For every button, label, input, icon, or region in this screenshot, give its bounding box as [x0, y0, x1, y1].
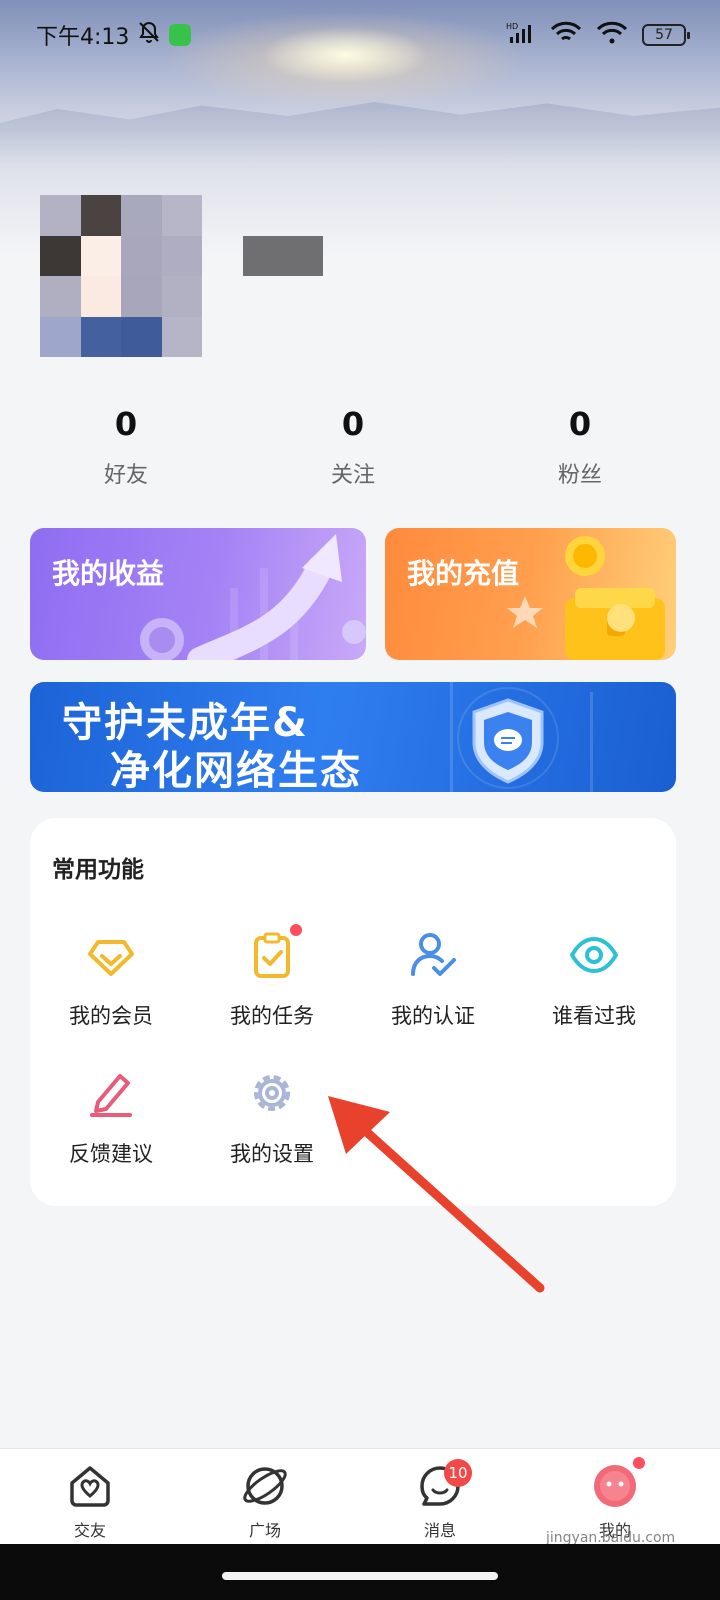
status-left: 下午4:13 [36, 19, 192, 51]
func-label: 我的任务 [230, 1004, 314, 1028]
treasure-chest-icon [507, 536, 665, 660]
stat-value: 0 [114, 405, 138, 443]
nav-item-square[interactable]: 广场 [205, 1459, 325, 1540]
bell-off-icon [137, 20, 161, 50]
clipboard-check-icon [247, 930, 297, 980]
func-my-membership[interactable]: 我的会员 [41, 930, 181, 1040]
section-title: 常用功能 [52, 857, 144, 883]
minor-protection-banner[interactable]: 守护未成年& 净化网络生态 [30, 682, 676, 792]
nav-item-mine[interactable]: 我的 [555, 1457, 675, 1540]
stat-value: 0 [341, 405, 365, 443]
wifi-icon [550, 21, 582, 49]
user-check-icon [408, 930, 458, 980]
notification-dot [633, 1457, 645, 1469]
pencil-icon [86, 1068, 136, 1118]
my-recharge-title: 我的充值 [407, 557, 520, 590]
func-label: 我的认证 [391, 1004, 475, 1028]
status-time: 下午4:13 [36, 25, 130, 50]
banner-line-2: 净化网络生态 [110, 748, 362, 792]
rising-arrow-icon [140, 534, 366, 660]
stat-value: 0 [568, 405, 592, 443]
status-bar: 下午4:13 HD 57 [0, 0, 720, 70]
func-feedback[interactable]: 反馈建议 [41, 1068, 181, 1178]
func-who-viewed-me[interactable]: 谁看过我 [524, 930, 664, 1040]
diamond-icon [86, 930, 136, 980]
nav-label: 消息 [423, 1521, 456, 1540]
func-label: 谁看过我 [552, 1004, 636, 1028]
func-my-verification[interactable]: 我的认证 [363, 930, 503, 1040]
annotation-arrow [328, 1096, 545, 1293]
stat-friends[interactable]: 0 好友 [46, 405, 206, 489]
home-heart-icon [67, 1463, 113, 1509]
my-income-title: 我的收益 [52, 557, 165, 590]
my-recharge-card[interactable]: 我的充值 [385, 528, 676, 660]
stat-label: 关注 [330, 463, 375, 488]
stat-label: 粉丝 [557, 463, 602, 488]
stat-label: 好友 [103, 463, 148, 488]
battery-icon: 57 [642, 24, 690, 46]
nav-item-messages[interactable]: 10 消息 [380, 1459, 500, 1540]
app-badge-icon [169, 24, 192, 46]
hd-signal-icon: HD [506, 21, 536, 49]
gear-icon [247, 1068, 297, 1118]
wifi-icon [596, 21, 628, 49]
func-my-tasks[interactable]: 我的任务 [202, 924, 342, 1040]
notification-dot [290, 924, 302, 936]
stat-following[interactable]: 0 关注 [273, 405, 433, 489]
planet-icon [242, 1463, 288, 1509]
func-label: 反馈建议 [69, 1142, 153, 1166]
nickname-redacted [243, 236, 323, 276]
avatar-icon [592, 1463, 638, 1509]
nav-label: 广场 [248, 1521, 281, 1540]
home-indicator[interactable] [222, 1572, 498, 1580]
my-income-card[interactable]: 我的收益 [30, 528, 366, 660]
stat-fans[interactable]: 0 粉丝 [500, 405, 660, 489]
nav-item-make-friends[interactable]: 交友 [30, 1459, 150, 1540]
svg-text:HD: HD [506, 22, 518, 31]
eye-icon [569, 930, 619, 980]
nav-label: 交友 [73, 1521, 106, 1540]
stats-row: 0 好友 0 关注 0 粉丝 [0, 405, 720, 500]
avatar[interactable] [40, 195, 202, 357]
func-label: 我的会员 [69, 1004, 153, 1028]
message-badge: 10 [444, 1459, 472, 1487]
status-right: HD 57 [506, 21, 690, 49]
